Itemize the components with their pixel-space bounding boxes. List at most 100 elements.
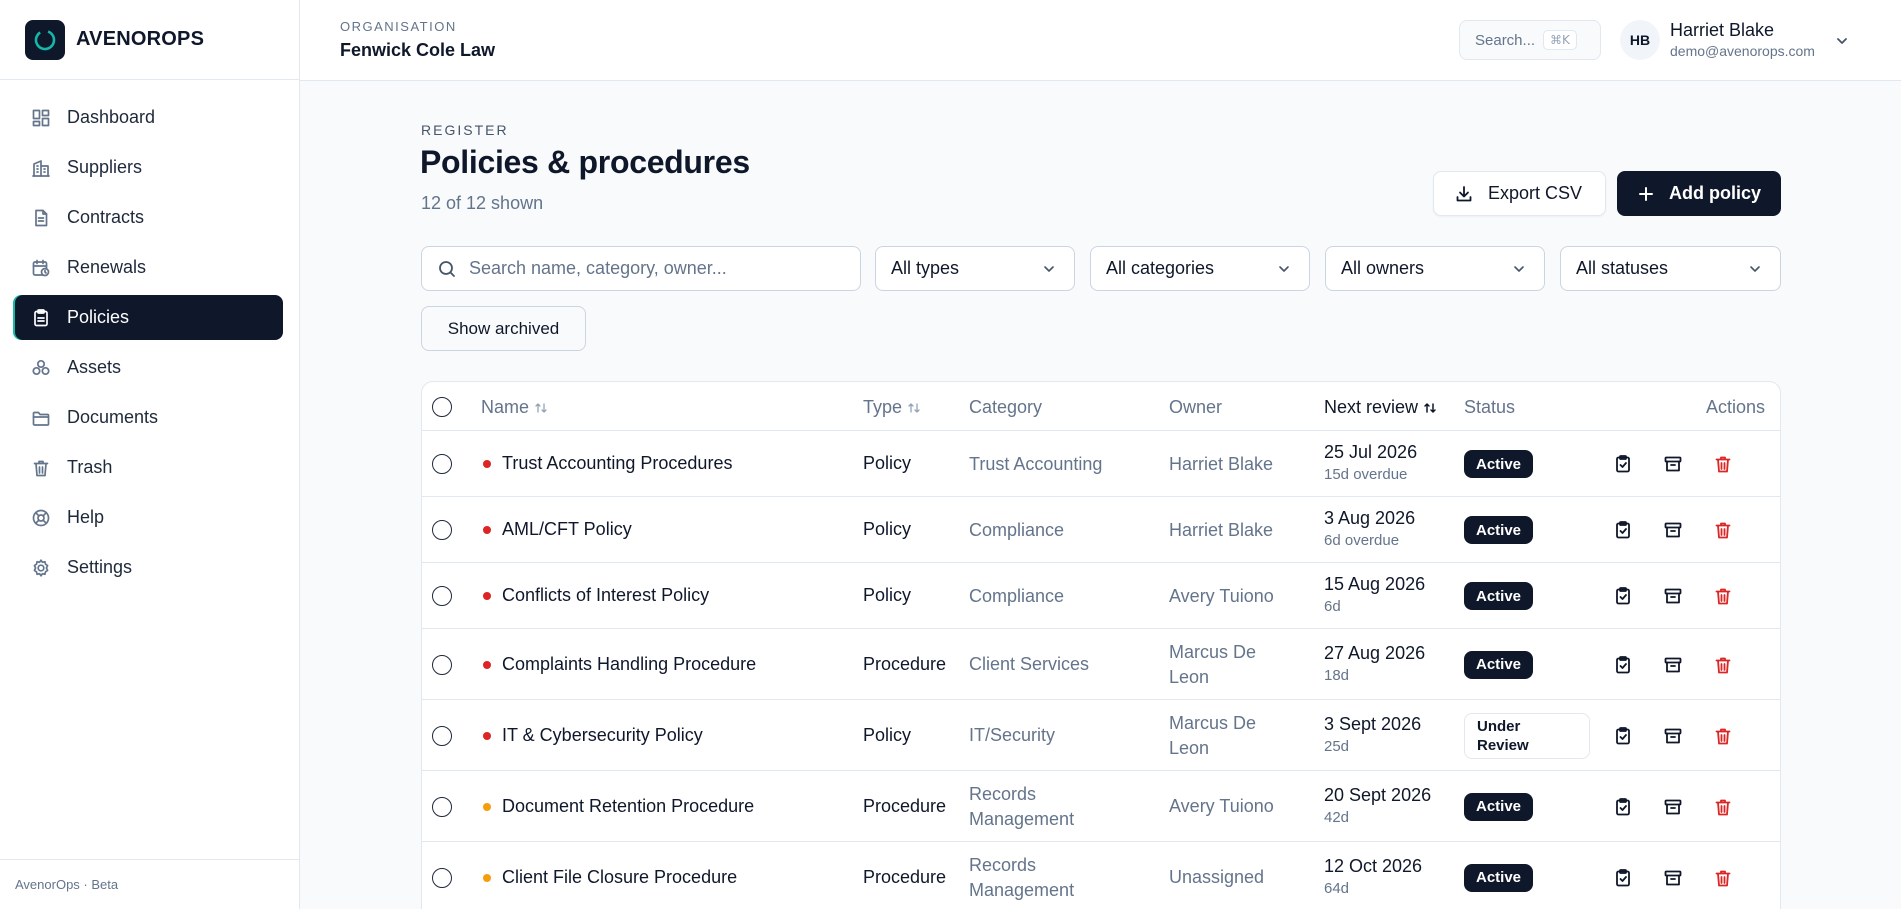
category-line: Records — [969, 854, 1037, 875]
policy-name[interactable]: Conflicts of Interest Policy — [502, 585, 709, 606]
category-line: Management — [969, 808, 1075, 829]
chevron-down-icon — [1279, 265, 1289, 272]
column-header-owner: Owner — [1169, 397, 1223, 417]
policy-name[interactable]: Document Retention Procedure — [502, 796, 754, 817]
review-action-icon[interactable] — [1613, 797, 1633, 817]
table-row[interactable]: AML/CFT Policy Policy Compliance Harriet Bl… — [422, 496, 1780, 562]
sidebar-item-contracts[interactable]: Contracts — [15, 195, 283, 240]
owner-filter-select[interactable]: All owners — [1325, 246, 1545, 291]
column-header-name[interactable]: Name — [481, 397, 548, 418]
delete-action-icon[interactable] — [1713, 868, 1733, 888]
policy-type: Policy — [863, 519, 912, 539]
table-row[interactable]: Complaints Handling Procedure Procedure Cl… — [422, 628, 1780, 699]
review-action-icon[interactable] — [1613, 726, 1633, 746]
delete-action-icon[interactable] — [1713, 520, 1733, 540]
priority-dot — [483, 873, 491, 882]
organisation-switcher[interactable]: ORGANISATION Fenwick Cole Law — [340, 19, 495, 61]
review-action-icon[interactable] — [1613, 868, 1633, 888]
priority-dot — [483, 660, 491, 669]
sidebar-item-renewals[interactable]: Renewals — [15, 245, 283, 290]
search-input[interactable]: Search name, category, owner... — [421, 246, 861, 291]
archive-action-icon[interactable] — [1663, 655, 1683, 675]
brand-logo-icon — [25, 19, 65, 60]
result-count: 12 of 12 shown — [421, 193, 544, 213]
add-policy-button[interactable]: Add policy — [1617, 171, 1781, 216]
archive-action-icon[interactable] — [1663, 868, 1683, 888]
category-filter-value: All categories — [1106, 258, 1215, 278]
sidebar-item-policies[interactable]: Policies — [15, 295, 283, 340]
user-menu[interactable]: Harriet Blake demo@avenorops.com — [1670, 20, 1815, 59]
clipboard-icon — [34, 308, 48, 326]
archive-action-icon[interactable] — [1663, 797, 1683, 817]
policy-name[interactable]: Client File Closure Procedure — [502, 867, 737, 888]
review-action-icon[interactable] — [1613, 586, 1633, 606]
sidebar-item-trash[interactable]: Trash — [15, 445, 283, 490]
category-filter-select[interactable]: All categories — [1090, 246, 1310, 291]
category-line: Compliance — [969, 585, 1065, 606]
archive-action-icon[interactable] — [1663, 586, 1683, 606]
review-action-icon[interactable] — [1613, 520, 1633, 540]
archive-action-icon[interactable] — [1663, 520, 1683, 540]
sort-icon — [908, 402, 920, 413]
table-row[interactable]: Conflicts of Interest Policy Policy Compli… — [422, 562, 1780, 628]
column-header-status: Status — [1464, 397, 1516, 417]
avatar[interactable]: HB — [1620, 20, 1660, 60]
select-all-radio[interactable] — [432, 397, 452, 417]
chevron-down-icon[interactable] — [1834, 33, 1850, 49]
table-row[interactable]: Client File Closure Procedure Procedure Re… — [422, 841, 1780, 909]
next-review-date: 20 Sept 2026 — [1324, 784, 1432, 805]
sidebar-item-settings[interactable]: Settings — [15, 545, 283, 590]
user-email: demo@avenorops.com — [1670, 43, 1815, 59]
sidebar-item-suppliers[interactable]: Suppliers — [15, 145, 283, 190]
global-search-button[interactable]: Search... ⌘K — [1459, 20, 1601, 60]
status-line: Under — [1477, 717, 1521, 735]
status-badge: Active — [1464, 582, 1534, 610]
table-row[interactable]: Trust Accounting Procedures Policy Trust A… — [422, 430, 1780, 496]
owner-line: Harriet Blake — [1169, 453, 1274, 474]
policy-name[interactable]: AML/CFT Policy — [502, 519, 632, 540]
owner-line: Harriet Blake — [1169, 519, 1274, 540]
review-action-icon[interactable] — [1613, 454, 1633, 474]
sidebar-item-dashboard[interactable]: Dashboard — [15, 95, 283, 140]
sidebar-item-assets[interactable]: Assets — [15, 345, 283, 390]
show-archived-button[interactable]: Show archived — [421, 306, 586, 351]
brand[interactable]: AVENOROPS — [0, 0, 299, 80]
column-label: Type — [863, 397, 903, 417]
review-action-icon[interactable] — [1613, 655, 1633, 675]
sidebar-item-documents[interactable]: Documents — [15, 395, 283, 440]
column-header-next-review[interactable]: Next review — [1324, 397, 1437, 418]
row-select-radio[interactable] — [432, 454, 452, 474]
delete-action-icon[interactable] — [1713, 586, 1733, 606]
topbar: ORGANISATION Fenwick Cole Law Search... … — [300, 0, 1901, 81]
export-csv-button[interactable]: Export CSV — [1433, 171, 1606, 216]
archive-action-icon[interactable] — [1663, 726, 1683, 746]
table-row[interactable]: Document Retention Procedure Procedure Rec… — [422, 770, 1780, 841]
policy-name[interactable]: IT & Cybersecurity Policy — [502, 725, 703, 746]
delete-action-icon[interactable] — [1713, 726, 1733, 746]
archive-action-icon[interactable] — [1663, 454, 1683, 474]
column-header-type[interactable]: Type — [863, 397, 921, 418]
row-select-radio[interactable] — [432, 520, 452, 540]
delete-action-icon[interactable] — [1713, 797, 1733, 817]
status-badge: Active — [1464, 792, 1534, 821]
review-due-label: 64d — [1324, 879, 1350, 897]
row-select-radio[interactable] — [432, 586, 452, 606]
row-select-radio[interactable] — [432, 654, 452, 675]
status-filter-select[interactable]: All statuses — [1560, 246, 1781, 291]
sidebar: AVENOROPS Dashboard Suppliers Contracts … — [0, 0, 300, 909]
delete-action-icon[interactable] — [1713, 454, 1733, 474]
type-filter-select[interactable]: All types — [875, 246, 1075, 291]
owner-filter-value: All owners — [1341, 258, 1425, 278]
sidebar-item-label: Contracts — [67, 207, 145, 227]
sidebar-item-label: Policies — [67, 307, 130, 327]
row-select-radio[interactable] — [432, 867, 452, 888]
row-select-radio[interactable] — [432, 725, 452, 746]
row-select-radio[interactable] — [432, 796, 452, 817]
delete-action-icon[interactable] — [1713, 655, 1733, 675]
policy-name[interactable]: Complaints Handling Procedure — [502, 654, 756, 675]
sort-icon — [535, 402, 547, 413]
policy-type: Procedure — [863, 795, 947, 816]
policy-name[interactable]: Trust Accounting Procedures — [502, 453, 732, 474]
table-row[interactable]: IT & Cybersecurity Policy Policy IT/Securi… — [422, 699, 1780, 770]
sidebar-item-help[interactable]: Help — [15, 495, 283, 540]
